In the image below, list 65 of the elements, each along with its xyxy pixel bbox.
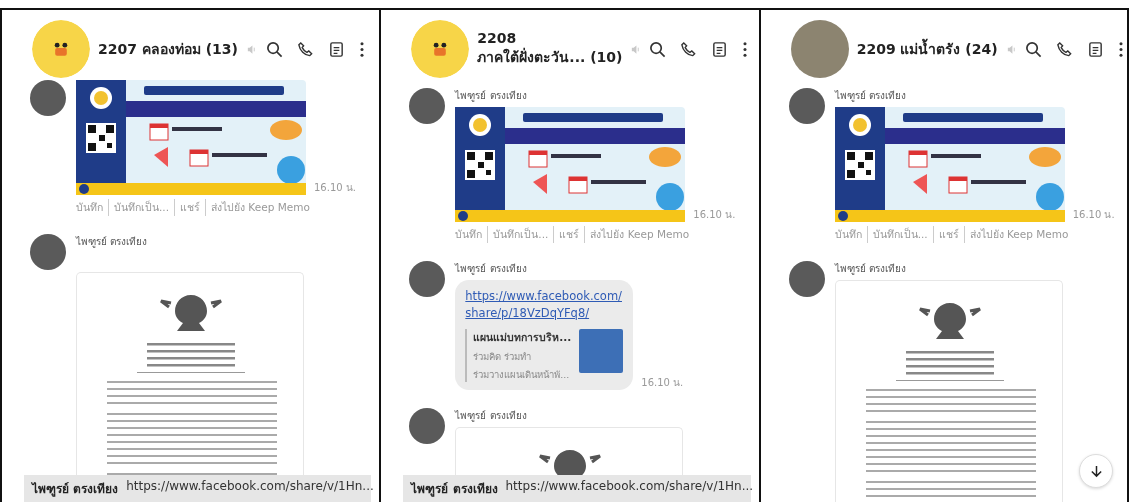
search-icon[interactable]: [1024, 40, 1042, 58]
message-time: 16.10 น.: [641, 376, 684, 391]
notes-icon[interactable]: [711, 40, 729, 58]
message-time: 16.10 น.: [314, 181, 356, 195]
thumbnail-placeholder: [579, 329, 624, 374]
message-time: 16.10 น.: [1072, 208, 1115, 222]
link-preview-description: ร่วมวางแผนเดินหน้าพั...: [473, 368, 571, 383]
link-preview-description: ร่วมคิด ร่วมทำ: [473, 350, 533, 365]
user-avatar-placeholder: [409, 261, 446, 297]
sender-name: ไพฑูรย์ ตรงเทียง: [834, 89, 907, 103]
sender-name: ไพฑูรย์ ตรงเทียง: [455, 262, 528, 276]
mascot-avatar-icon: [411, 20, 470, 78]
preview-text: https://www.facebook.com/share/v/1Hn...: [505, 479, 754, 495]
link-preview-title: แผนแม่บทการบริห...: [473, 330, 572, 346]
more-icon[interactable]: [359, 40, 366, 58]
user-avatar-placeholder: [409, 408, 446, 445]
latest-message-bar[interactable]: ไพฑูรย์ ตรงเทียง https://www.facebook.com/share/v/1Hn...: [403, 475, 751, 502]
message-action-link[interactable]: แชร์: [174, 199, 200, 216]
phone-icon[interactable]: [1055, 40, 1073, 58]
user-avatar-placeholder: [788, 88, 825, 124]
user-avatar-placeholder: [30, 80, 66, 116]
latest-message-bar[interactable]: ไพฑูรย์ ตรงเทียง https://www.facebook.com/share/v/1Hn...: [24, 475, 372, 502]
muted-speaker-icon: [630, 43, 642, 55]
message-action-link[interactable]: บันทึกเป็น...: [108, 199, 169, 216]
scroll-down-button[interactable]: [1079, 454, 1113, 488]
chat-title: 2209 แม่น้ำตรัง (24): [856, 38, 998, 60]
muted-speaker-icon: [1005, 43, 1017, 55]
chat-title: 2207 คลองท่อม (13): [98, 40, 238, 59]
notes-icon[interactable]: [1086, 40, 1104, 58]
message-action-link[interactable]: บันทึกเป็น...: [487, 226, 549, 243]
notes-icon[interactable]: [328, 40, 346, 58]
preview-sender: ไพฑูรย์ ตรงเทียง: [32, 481, 119, 498]
muted-speaker-icon: [246, 43, 257, 55]
preview-sender: ไพฑูรย์ ตรงเทียง: [411, 481, 498, 498]
message-action-link[interactable]: แชร์: [553, 226, 580, 243]
search-icon[interactable]: [649, 40, 667, 58]
message-action-link[interactable]: ส่งไปยัง Keep Memo: [963, 226, 1069, 243]
down-arrow-icon: [1089, 464, 1103, 478]
sender-name: ไพฑูรย์ ตรงเทียง: [455, 409, 528, 424]
mascot-avatar-icon: [32, 20, 90, 78]
message-action-link[interactable]: ส่งไปยัง Keep Memo: [205, 199, 310, 216]
link-preview-card[interactable]: แผนแม่บทการบริห... ร่วมคิด ร่วมทำ ร่วมวางแผนเดินหน้าพั...: [465, 329, 624, 383]
group-photo-placeholder: [790, 20, 849, 78]
phone-icon[interactable]: [297, 40, 315, 58]
message-action-link[interactable]: บันทึก: [455, 226, 483, 243]
user-avatar-placeholder: [409, 88, 446, 124]
message-time: 16.10 น.: [693, 208, 736, 222]
more-icon[interactable]: [1117, 40, 1124, 58]
chat-title: 2208: [477, 30, 518, 46]
message-action-link[interactable]: ส่งไปยัง Keep Memo: [584, 226, 690, 243]
search-icon[interactable]: [266, 40, 284, 58]
phone-icon[interactable]: [680, 40, 698, 58]
preview-text: https://www.facebook.com/share/v/1Hn...: [126, 479, 374, 495]
user-avatar-placeholder: [788, 261, 825, 297]
message-action-link[interactable]: บันทึก: [834, 226, 862, 243]
chat-title: ภาคใต้ฝั่งตะวัน... (10): [477, 46, 623, 67]
sender-name: ไพฑูรย์ ตรงเทียง: [455, 89, 528, 103]
user-avatar-placeholder: [30, 234, 66, 270]
sender-name: ไพฑูรย์ ตรงเทียง: [834, 262, 907, 276]
message-action-link[interactable]: บันทึก: [76, 199, 103, 216]
sender-name: ไพฑูรย์ ตรงเทียง: [76, 235, 149, 249]
message-link[interactable]: https://www.facebook.com/ share/p/18VzDqYFq8/: [465, 288, 624, 322]
message-action-link[interactable]: แชร์: [932, 226, 959, 243]
more-icon[interactable]: [742, 40, 749, 58]
message-action-link[interactable]: บันทึกเป็น...: [866, 226, 928, 243]
